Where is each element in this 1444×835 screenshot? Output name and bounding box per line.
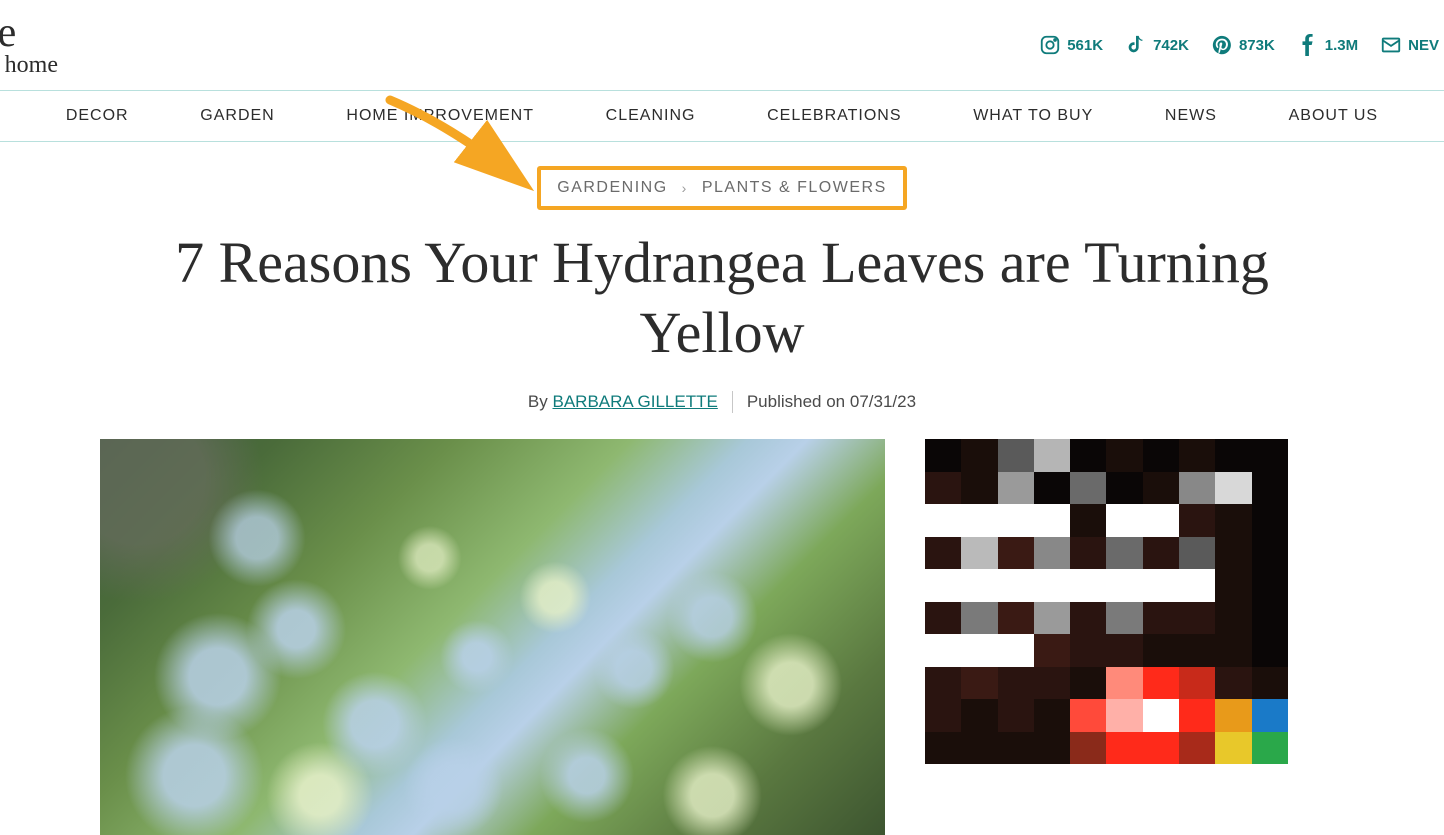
instagram-icon	[1039, 34, 1061, 56]
published-date: 07/31/23	[850, 392, 916, 411]
article-title: 7 Reasons Your Hydrangea Leaves are Turn…	[172, 228, 1272, 367]
logo-tagline: best home	[0, 52, 58, 79]
byline-separator	[732, 391, 733, 413]
published-info: Published on 07/31/23	[747, 392, 916, 412]
social-facebook[interactable]: 1.3M	[1297, 34, 1358, 56]
header: uce best home 561K 742K 873K 1.3M NEV	[0, 0, 1444, 90]
breadcrumb-container: GARDENING › PLANTS & FLOWERS	[0, 166, 1444, 210]
nav-news[interactable]: NEWS	[1155, 91, 1227, 141]
nav-garden[interactable]: GARDEN	[190, 91, 284, 141]
tiktok-icon	[1125, 34, 1147, 56]
byline: By BARBARA GILLETTE Published on 07/31/2…	[0, 391, 1444, 413]
facebook-icon	[1297, 34, 1319, 56]
by-label: By	[528, 392, 548, 411]
chevron-right-icon: ›	[682, 180, 688, 196]
social-count: 561K	[1067, 37, 1103, 54]
published-label: Published on	[747, 392, 845, 411]
nav-decor[interactable]: DECOR	[56, 91, 139, 141]
social-instagram[interactable]: 561K	[1039, 34, 1103, 56]
hero-image	[100, 439, 885, 835]
nav-cleaning[interactable]: CLEANING	[596, 91, 706, 141]
mail-icon	[1380, 34, 1402, 56]
nav-about-us[interactable]: ABOUT US	[1279, 91, 1389, 141]
logo-text: uce	[0, 12, 58, 54]
pinterest-icon	[1211, 34, 1233, 56]
social-label: NEV	[1408, 37, 1439, 54]
social-count: 742K	[1153, 37, 1189, 54]
sidebar-ad[interactable]	[925, 439, 1288, 764]
article-content	[0, 439, 1444, 835]
breadcrumb-plants-flowers[interactable]: PLANTS & FLOWERS	[702, 179, 887, 197]
main-nav: DECOR GARDEN HOME IMPROVEMENT CLEANING C…	[0, 90, 1444, 142]
social-count: 873K	[1239, 37, 1275, 54]
social-count: 1.3M	[1325, 37, 1358, 54]
breadcrumb: GARDENING › PLANTS & FLOWERS	[537, 166, 907, 210]
social-links: 561K 742K 873K 1.3M NEV	[1039, 34, 1444, 56]
byline-author: By BARBARA GILLETTE	[528, 392, 718, 412]
social-tiktok[interactable]: 742K	[1125, 34, 1189, 56]
breadcrumb-gardening[interactable]: GARDENING	[557, 179, 667, 197]
nav-home-improvement[interactable]: HOME IMPROVEMENT	[336, 91, 544, 141]
site-logo[interactable]: uce best home	[0, 12, 58, 79]
social-newsletter[interactable]: NEV	[1380, 34, 1439, 56]
social-pinterest[interactable]: 873K	[1211, 34, 1275, 56]
nav-what-to-buy[interactable]: WHAT TO BUY	[963, 91, 1103, 141]
author-link[interactable]: BARBARA GILLETTE	[553, 392, 718, 411]
nav-celebrations[interactable]: CELEBRATIONS	[757, 91, 911, 141]
